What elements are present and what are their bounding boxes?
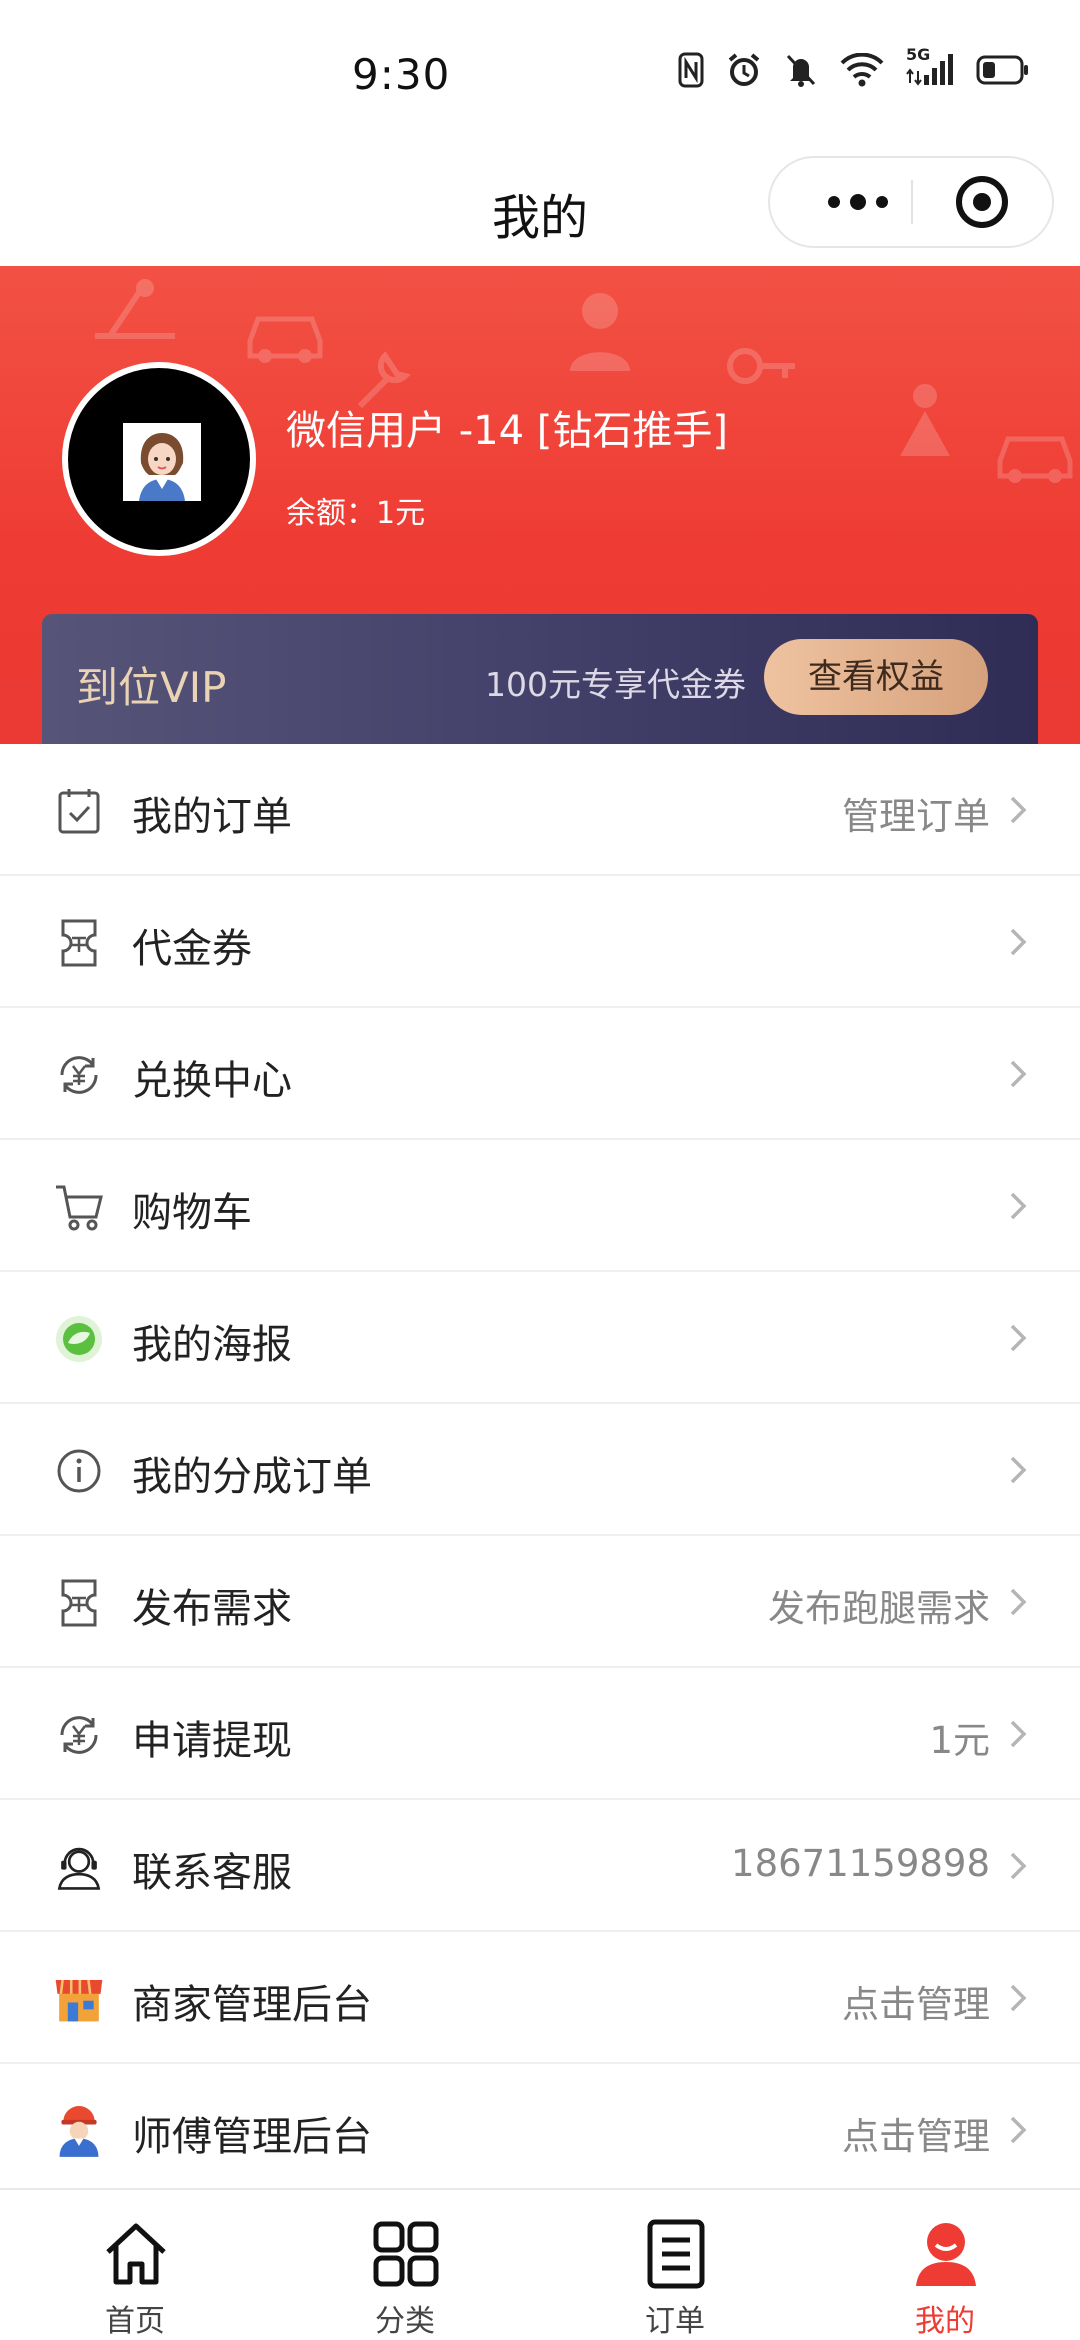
- close-mini-program-button[interactable]: [956, 176, 1008, 228]
- status-bar: 9:30 5G: [0, 0, 1080, 150]
- decor-key-icon: [727, 348, 795, 384]
- view-benefits-button[interactable]: 查看权益: [764, 639, 988, 715]
- menu-item-withdraw[interactable]: 申请提现 1元: [0, 1668, 1080, 1800]
- menu-item-label: 申请提现: [132, 1718, 292, 1764]
- username: 微信用户 -14 [钻石推手]: [286, 408, 728, 454]
- menu-item-label: 发布需求: [132, 1586, 292, 1632]
- chevron-right-icon: [1010, 1192, 1027, 1220]
- avatar[interactable]: [62, 362, 256, 556]
- menu-item-label: 我的订单: [132, 794, 292, 840]
- capsule-divider: [911, 180, 913, 224]
- network-type: 5G: [906, 45, 931, 64]
- exchange-yen-icon: [54, 1710, 104, 1760]
- tab-home[interactable]: 首页: [0, 2190, 270, 2340]
- balance: 余额：1元: [286, 496, 426, 531]
- menu-item-exchange-center[interactable]: 兑换中心: [0, 1008, 1080, 1140]
- menu-item-label: 师傅管理后台: [132, 2114, 372, 2160]
- tab-label: 我的: [915, 2304, 975, 2339]
- chevron-right-icon: [1010, 1588, 1027, 1616]
- chevron-right-icon: [1010, 1720, 1027, 1748]
- customer-service-icon: [54, 1842, 104, 1892]
- tab-category[interactable]: 分类: [270, 2190, 540, 2340]
- cart-icon: [54, 1182, 104, 1232]
- tab-mine[interactable]: 我的: [810, 2190, 1080, 2340]
- menu-item-my-posters[interactable]: 我的海报: [0, 1272, 1080, 1404]
- order-check-icon: [54, 786, 104, 836]
- voucher-icon: [54, 918, 104, 968]
- worker-icon: [54, 2106, 104, 2157]
- wifi-icon: [840, 53, 884, 87]
- category-icon: [373, 2221, 439, 2287]
- menu-item-label: 我的海报: [132, 1322, 292, 1368]
- exchange-yen-icon: [54, 1050, 104, 1100]
- order-list-icon: [647, 2219, 705, 2289]
- menu-item-value: 管理订单: [842, 795, 990, 838]
- menu-item-value: 发布跑腿需求: [768, 1587, 990, 1630]
- status-time: 9:30: [352, 50, 451, 99]
- decor-car-icon: [997, 436, 1073, 483]
- vip-card[interactable]: 到位VIP 100元专享代金券 查看权益: [42, 614, 1038, 744]
- bottom-tab-bar: 首页 分类 订单 我的: [0, 2188, 1080, 2340]
- user-icon: [916, 2223, 976, 2286]
- chevron-right-icon: [1010, 1456, 1027, 1484]
- menu-item-vouchers[interactable]: 代金券: [0, 876, 1080, 1008]
- menu-item-merchant-admin[interactable]: 商家管理后台 点击管理: [0, 1932, 1080, 2064]
- dot-icon: [850, 194, 866, 210]
- avatar-image: [123, 423, 201, 501]
- profile-header: 微信用户 -14 [钻石推手] 余额：1元 到位VIP 100元专享代金券 查看…: [0, 266, 1080, 744]
- tab-label: 首页: [105, 2304, 165, 2339]
- mute-icon: [784, 52, 818, 88]
- chevron-right-icon: [1010, 2116, 1027, 2144]
- shop-icon: [54, 1974, 104, 2024]
- menu-item-cart[interactable]: 购物车: [0, 1140, 1080, 1272]
- decor-cleaner-icon: [900, 384, 950, 456]
- menu-item-publish-demand[interactable]: 发布需求 发布跑腿需求: [0, 1536, 1080, 1668]
- vip-description: 100元专享代金券: [485, 665, 746, 704]
- mini-program-capsule: [768, 156, 1054, 248]
- voucher-icon: [54, 1578, 104, 1628]
- vip-title: 到位VIP: [76, 663, 227, 712]
- battery-icon: [976, 55, 1030, 85]
- chevron-right-icon: [1010, 1060, 1027, 1088]
- title-bar: 我的: [0, 150, 1080, 266]
- alarm-icon: [726, 52, 762, 88]
- menu-item-label: 我的分成订单: [132, 1454, 372, 1500]
- menu-item-worker-admin[interactable]: 师傅管理后台 点击管理: [0, 2064, 1080, 2196]
- decor-sweep-icon: [95, 279, 175, 339]
- info-icon: [54, 1446, 104, 1496]
- menu-item-label: 联系客服: [132, 1850, 292, 1896]
- chevron-right-icon: [1010, 1852, 1027, 1880]
- decor-car-icon: [247, 316, 323, 363]
- tab-label: 分类: [375, 2304, 435, 2339]
- menu-item-label: 购物车: [132, 1190, 252, 1236]
- menu-item-label: 兑换中心: [132, 1058, 292, 1104]
- chevron-right-icon: [1010, 1324, 1027, 1352]
- menu-item-value: 点击管理: [842, 2115, 990, 2158]
- home-icon: [106, 2223, 166, 2285]
- menu-item-customer-service[interactable]: 联系客服 18671159898: [0, 1800, 1080, 1932]
- dot-icon: [828, 196, 840, 208]
- menu-item-value: 18671159898: [731, 1842, 990, 1885]
- tab-label: 订单: [645, 2304, 705, 2339]
- menu-list: 我的订单 管理订单 代金券 兑换中心 购物车 我的海报 我的分成订单 发布需求 …: [0, 744, 1080, 2196]
- chevron-right-icon: [1010, 796, 1027, 824]
- menu-item-value: 点击管理: [842, 1983, 990, 2026]
- signal-icon: 5G: [906, 45, 954, 87]
- menu-item-value: 1元: [929, 1719, 990, 1762]
- dot-icon: [876, 196, 888, 208]
- poster-leaf-icon: [54, 1314, 104, 1364]
- status-icons: 5G: [678, 45, 1030, 88]
- tab-orders[interactable]: 订单: [540, 2190, 810, 2340]
- menu-item-my-orders[interactable]: 我的订单 管理订单: [0, 744, 1080, 876]
- decor-person-icon: [570, 293, 630, 371]
- nfc-icon: [678, 52, 704, 88]
- chevron-right-icon: [1010, 1984, 1027, 2012]
- menu-item-commission-orders[interactable]: 我的分成订单: [0, 1404, 1080, 1536]
- menu-item-label: 商家管理后台: [132, 1982, 372, 2028]
- more-options-button[interactable]: [808, 158, 908, 246]
- chevron-right-icon: [1010, 928, 1027, 956]
- menu-item-label: 代金券: [132, 926, 252, 972]
